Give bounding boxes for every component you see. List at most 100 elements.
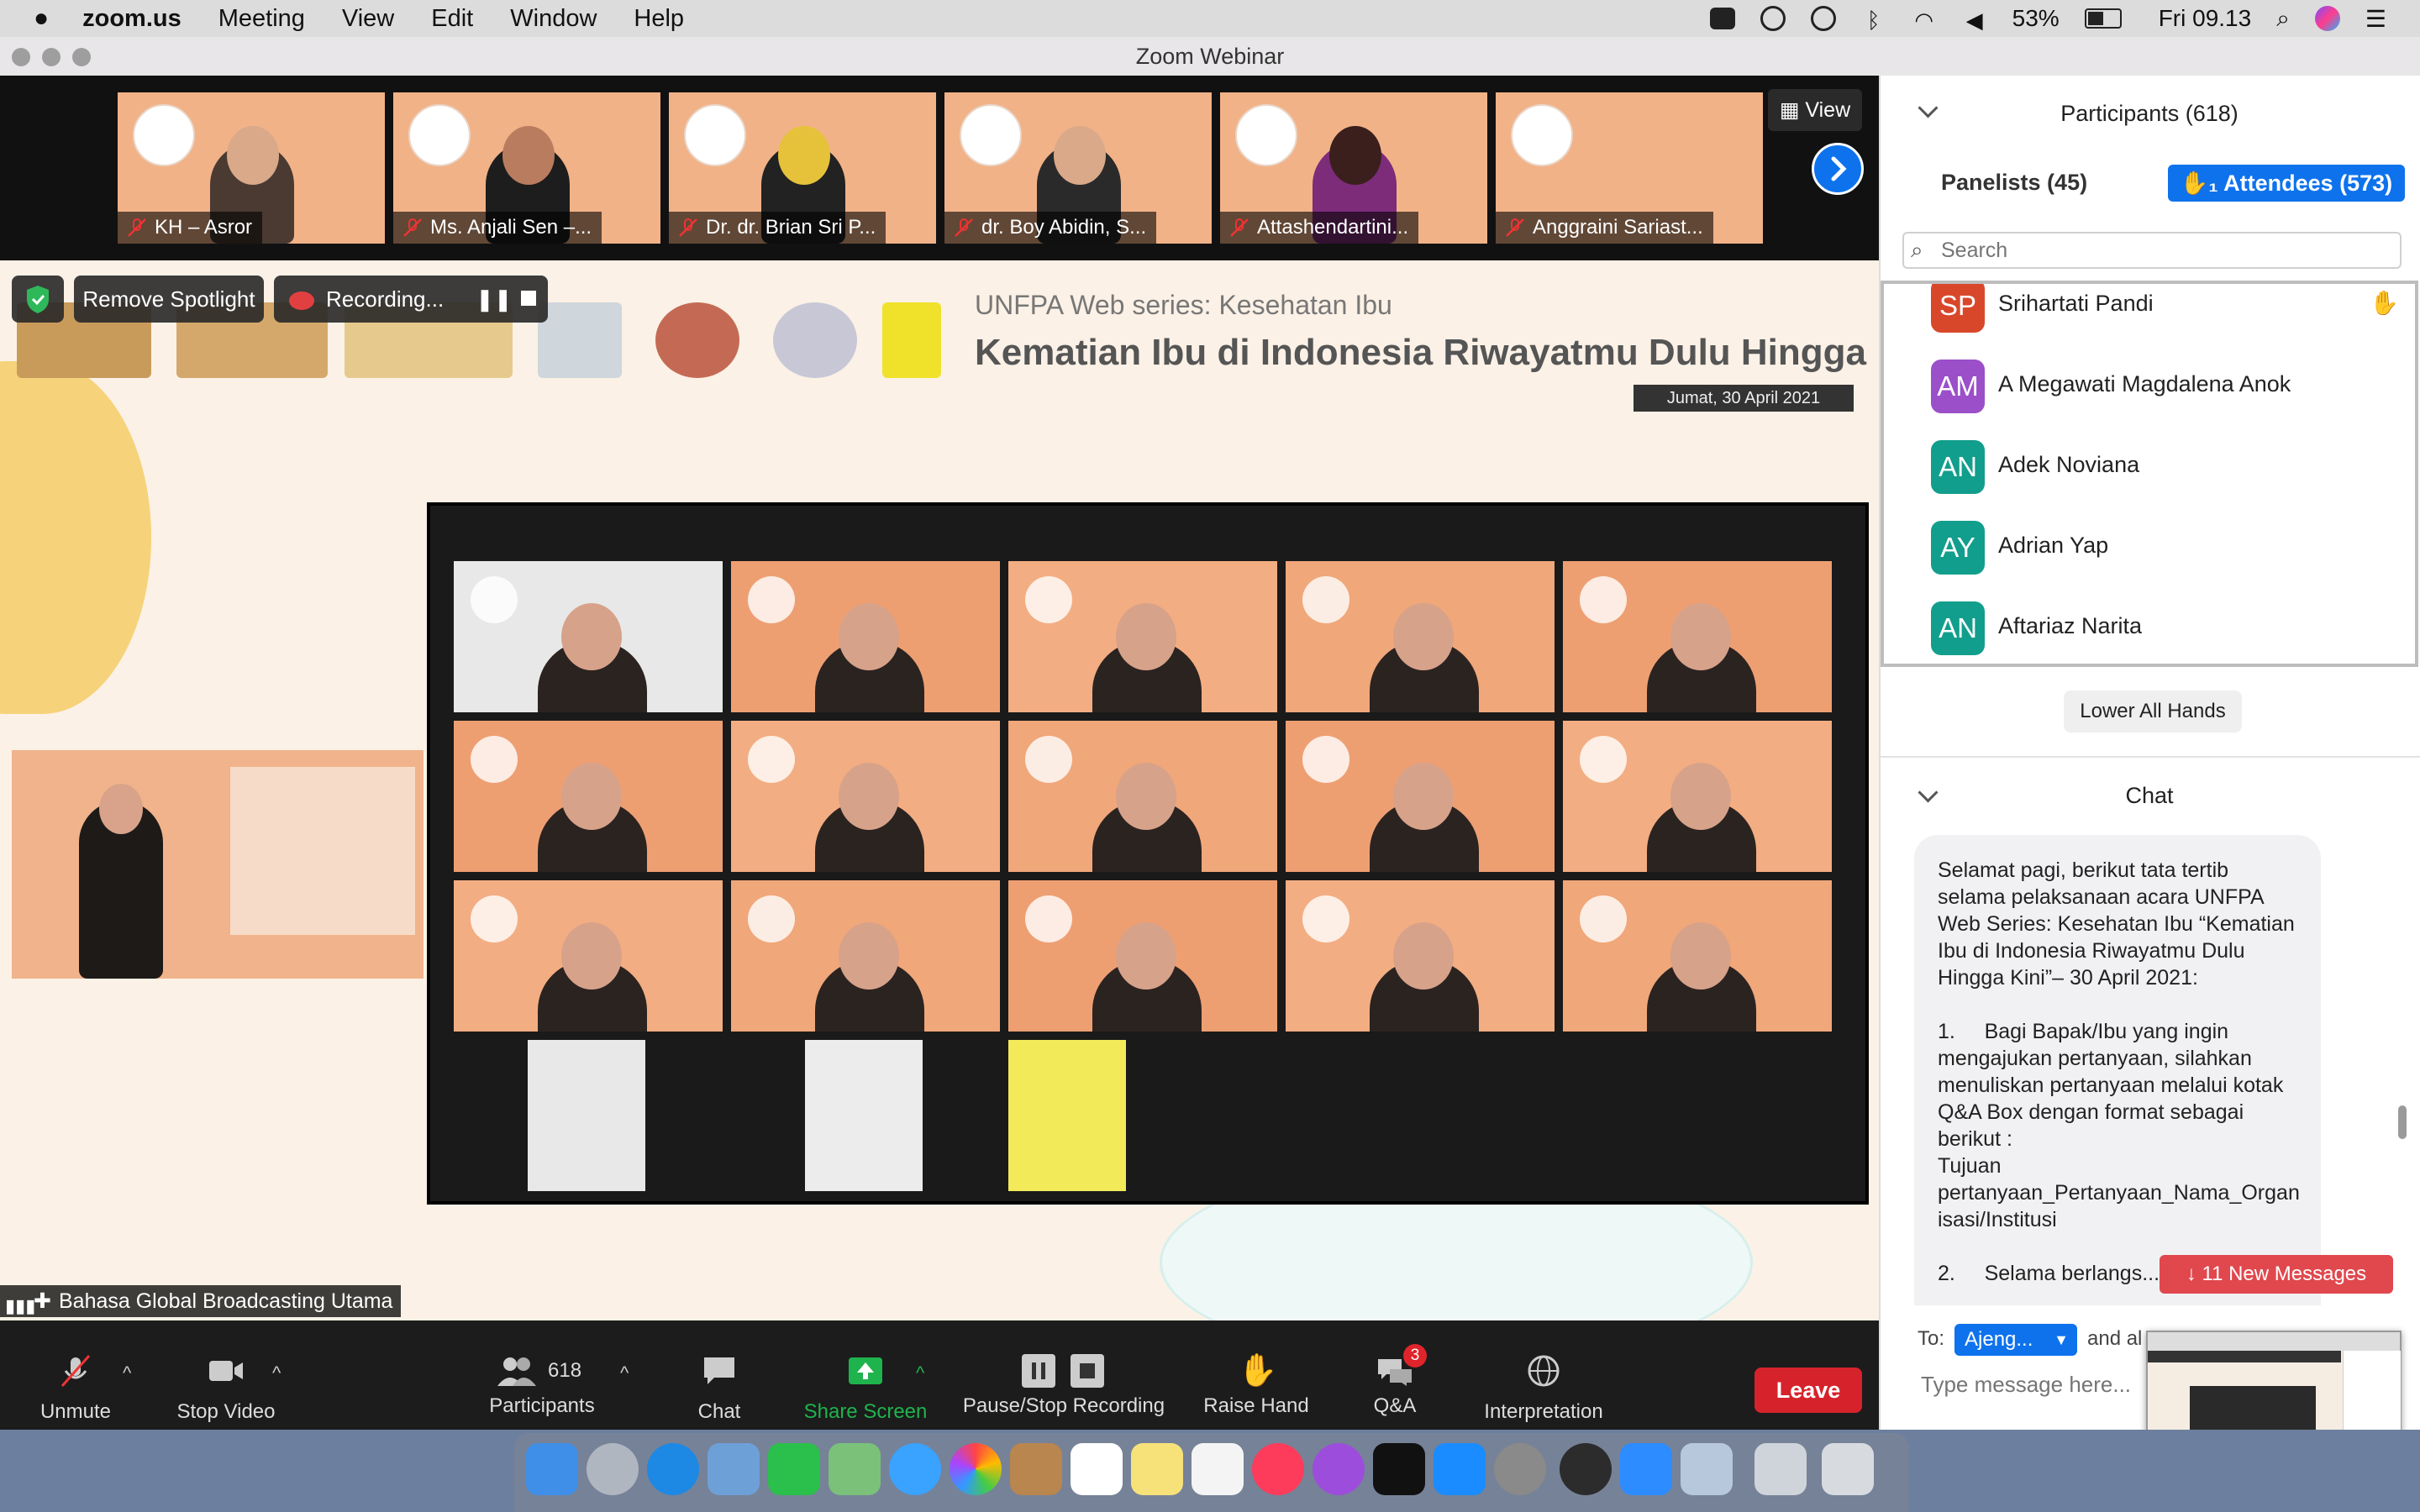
security-shield-badge[interactable] — [12, 276, 64, 323]
list-item[interactable]: SP Srihartati Pandi ✋ — [1884, 284, 2415, 348]
panelists-tab[interactable]: Panelists (45) — [1941, 170, 2087, 196]
messages-icon[interactable] — [889, 1443, 941, 1495]
mail-icon[interactable] — [708, 1443, 760, 1495]
participant-face — [561, 603, 622, 670]
reminders-icon[interactable] — [1192, 1443, 1244, 1495]
attendees-tab[interactable]: ✋₁ Attendees (573) — [2168, 165, 2405, 202]
tile-name-label: Anggraini Sariast... — [1496, 212, 1713, 244]
share-options-chevron-icon[interactable]: ^ — [916, 1362, 924, 1384]
shield-icon — [27, 286, 49, 313]
participants-options-chevron-icon[interactable]: ^ — [620, 1362, 629, 1384]
stop-video-button[interactable]: Stop Video — [171, 1354, 281, 1424]
unmute-button[interactable]: Unmute — [34, 1354, 118, 1424]
time-machine-icon[interactable] — [1810, 6, 1836, 31]
participants-button[interactable]: 618 Participants — [479, 1354, 605, 1418]
kartini-logo — [1511, 104, 1573, 166]
contacts-icon[interactable] — [1010, 1443, 1062, 1495]
preview-icon[interactable] — [1681, 1443, 1733, 1495]
participant-face — [1393, 603, 1454, 670]
notification-center-icon[interactable]: ☰ — [2365, 5, 2386, 33]
pause-stop-recording-button[interactable]: Pause/Stop Recording — [956, 1354, 1171, 1418]
video-tile[interactable]: dr. Boy Abidin, S... — [944, 92, 1212, 244]
attendees-tab-label: Attendees (573) — [2223, 171, 2393, 196]
launchpad-icon[interactable] — [587, 1443, 639, 1495]
interpretation-button[interactable]: Interpretation — [1472, 1354, 1615, 1424]
kartini-logo — [1025, 895, 1072, 942]
zoom-status-icon[interactable] — [1709, 8, 1735, 29]
stop-video-label: Stop Video — [176, 1400, 276, 1423]
participant-face — [1393, 922, 1454, 990]
gallery-video-tile — [1008, 721, 1277, 872]
chat-message-input[interactable] — [1919, 1371, 2158, 1399]
menu-window[interactable]: Window — [510, 5, 597, 33]
menu-help[interactable]: Help — [634, 5, 684, 33]
kartini-logo — [1580, 736, 1627, 783]
list-item[interactable]: AY Adrian Yap — [1884, 509, 2415, 590]
pause-recording-icon[interactable]: ❚❚ — [476, 276, 513, 323]
spotlight-search-icon[interactable]: ⌕ — [2276, 5, 2290, 33]
apple-icon[interactable]: ● — [34, 4, 49, 33]
menu-view[interactable]: View — [342, 5, 394, 33]
bluetooth-icon[interactable]: ᛒ — [1861, 8, 1886, 33]
participants-title: Participants (618) — [2060, 101, 2238, 126]
list-item[interactable]: AM A Megawati Magdalena Anok — [1884, 348, 2415, 428]
battery-icon[interactable] — [2084, 8, 2122, 29]
video-tile[interactable]: KH – Asror — [118, 92, 385, 244]
next-page-button[interactable] — [1812, 143, 1864, 195]
kartini-logo — [471, 736, 518, 783]
finder-icon[interactable] — [526, 1443, 578, 1495]
app-store-icon[interactable] — [1434, 1443, 1486, 1495]
video-options-chevron-icon[interactable]: ^ — [272, 1362, 281, 1384]
apple-tv-icon[interactable] — [1373, 1443, 1425, 1495]
participant-search-input[interactable] — [1902, 232, 2402, 269]
view-button[interactable]: ▦ View — [1768, 89, 1862, 131]
pen-tool-icon[interactable] — [1560, 1443, 1612, 1495]
kartini-logo — [748, 895, 795, 942]
video-tile[interactable]: Attashendartini... — [1220, 92, 1487, 244]
downloads-folder-icon[interactable] — [1754, 1443, 1807, 1495]
music-icon[interactable] — [1252, 1443, 1304, 1495]
wifi-icon[interactable]: ◠ — [1912, 8, 1937, 33]
maps-icon[interactable] — [829, 1443, 881, 1495]
grid-icon: ▦ — [1779, 98, 1806, 122]
share-screen-button[interactable]: Share Screen — [798, 1354, 933, 1424]
creative-cloud-icon[interactable] — [1760, 6, 1786, 31]
menu-edit[interactable]: Edit — [431, 5, 473, 33]
recipient-select[interactable]: Ajeng... ▼ — [1954, 1324, 2077, 1356]
menu-meeting[interactable]: Meeting — [218, 5, 305, 33]
podcasts-icon[interactable] — [1313, 1443, 1365, 1495]
volume-icon[interactable]: ◀ — [1962, 8, 1987, 33]
avatar: AY — [1931, 521, 1985, 575]
leave-button[interactable]: Leave — [1754, 1368, 1862, 1413]
interpretation-label: Interpretation — [1484, 1400, 1603, 1423]
zoom-icon[interactable] — [1620, 1443, 1672, 1495]
gallery-video-tile — [731, 561, 1000, 712]
video-tile[interactable]: Ms. Anjali Sen –... — [393, 92, 660, 244]
chat-button[interactable]: Chat — [686, 1354, 753, 1424]
app-menu[interactable]: zoom.us — [82, 5, 182, 33]
qa-button[interactable]: 3 Q&A — [1361, 1344, 1428, 1418]
photos-icon[interactable] — [950, 1443, 1002, 1495]
remove-spotlight-button[interactable]: Remove Spotlight — [74, 276, 264, 323]
clock[interactable]: Fri 09.13 — [2159, 5, 2252, 32]
notes-icon[interactable] — [1131, 1443, 1183, 1495]
stop-recording-icon[interactable] — [521, 291, 536, 306]
raise-hand-button[interactable]: ✋ Raise Hand — [1200, 1354, 1313, 1418]
trash-icon[interactable] — [1822, 1443, 1874, 1495]
globe-icon — [1528, 1355, 1560, 1387]
participant-face — [561, 922, 622, 990]
list-item[interactable]: AN Adek Noviana — [1884, 428, 2415, 509]
facetime-icon[interactable] — [768, 1443, 820, 1495]
siri-icon[interactable] — [2314, 6, 2340, 31]
lower-all-hands-button[interactable]: Lower All Hands — [2064, 690, 2242, 732]
system-preferences-icon[interactable] — [1494, 1443, 1546, 1495]
chat-scrollbar[interactable] — [2398, 1105, 2407, 1139]
calendar-icon[interactable] — [1071, 1443, 1123, 1495]
safari-icon[interactable] — [647, 1443, 699, 1495]
list-item[interactable]: AN Aftariaz Narita — [1884, 590, 2415, 664]
avatar: AM — [1931, 360, 1985, 413]
video-tile[interactable]: Dr. dr. Brian Sri P... — [669, 92, 936, 244]
new-messages-button[interactable]: ↓ 11 New Messages — [2160, 1255, 2393, 1294]
video-tile[interactable]: Anggraini Sariast... — [1496, 92, 1763, 244]
audio-options-chevron-icon[interactable]: ^ — [123, 1362, 131, 1384]
